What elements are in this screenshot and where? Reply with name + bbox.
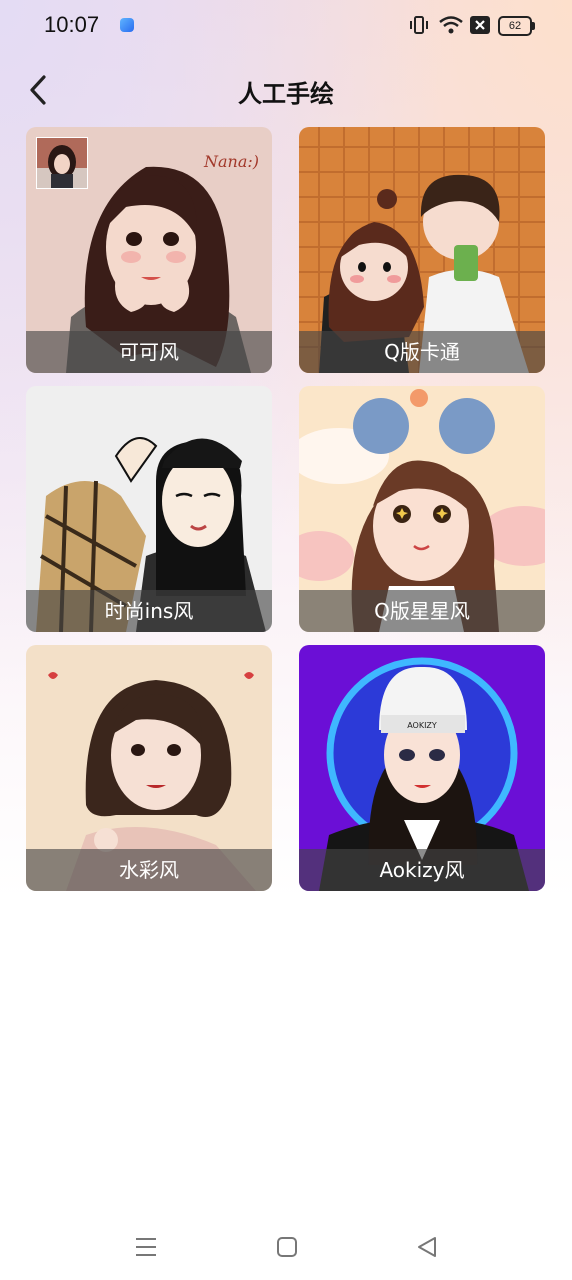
wifi-icon bbox=[439, 16, 463, 34]
style-label: 时尚ins风 bbox=[26, 590, 272, 632]
menu-icon[interactable] bbox=[131, 1232, 161, 1262]
system-nav-bar bbox=[0, 1210, 572, 1280]
status-bar: 10:07 62 bbox=[0, 0, 572, 52]
nana-signature: Nana:) bbox=[203, 152, 259, 171]
style-label: Q版星星风 bbox=[299, 590, 545, 632]
aokizy-hat-text: AOKIZY bbox=[407, 721, 437, 730]
style-label: Q版卡通 bbox=[299, 331, 545, 373]
vibrate-icon bbox=[410, 16, 428, 34]
style-label: 水彩风 bbox=[26, 849, 272, 891]
style-label: Aokizy风 bbox=[299, 849, 545, 891]
style-card-keke[interactable]: Nana:) 可可风 bbox=[26, 127, 272, 373]
back-triangle-icon[interactable] bbox=[412, 1232, 442, 1262]
style-card-aokizy[interactable]: AOKIZY Aokizy风 bbox=[299, 645, 545, 891]
status-time: 10:07 bbox=[44, 12, 100, 37]
user-photo-thumbnail bbox=[36, 137, 88, 189]
style-card-fashion-ins[interactable]: 时尚ins风 bbox=[26, 386, 272, 632]
no-sim-icon bbox=[470, 16, 490, 34]
style-label: 可可风 bbox=[26, 331, 272, 373]
style-card-q-star[interactable]: Q版星星风 bbox=[299, 386, 545, 632]
style-card-watercolor[interactable]: 水彩风 bbox=[26, 645, 272, 891]
app-notification-icon bbox=[120, 18, 134, 32]
style-card-q-cartoon[interactable]: Q版卡通 bbox=[299, 127, 545, 373]
page-title: 人工手绘 bbox=[238, 80, 334, 108]
home-square-icon[interactable] bbox=[272, 1232, 302, 1262]
battery-indicator: 62 bbox=[498, 16, 535, 36]
